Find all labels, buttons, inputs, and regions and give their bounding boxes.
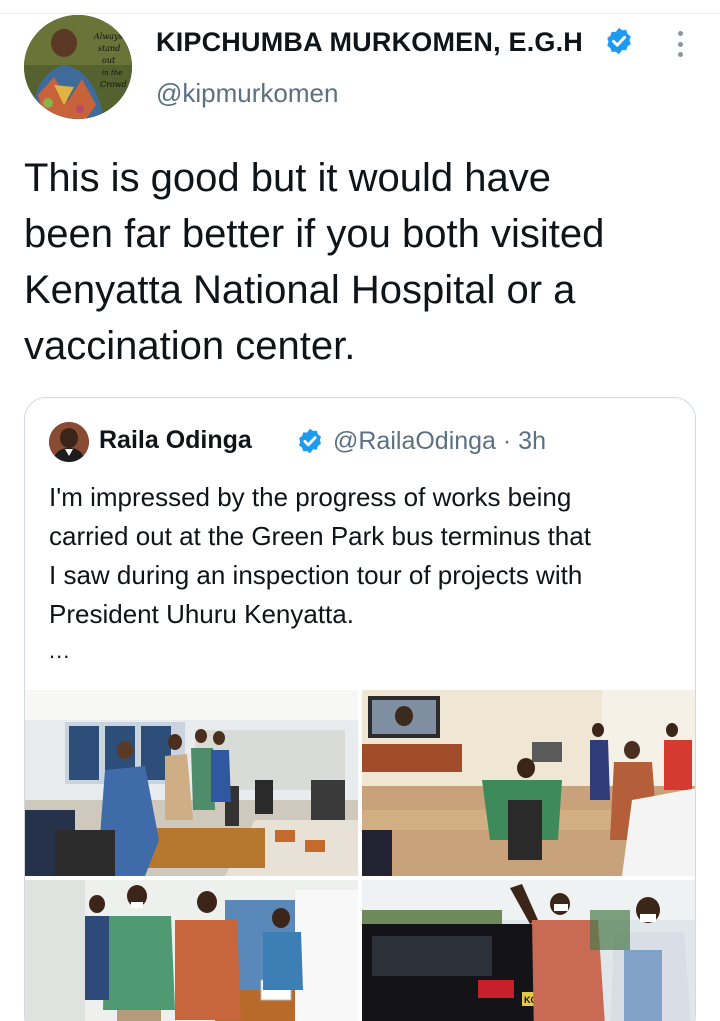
photo-outdoor-wave[interactable]: KCR [362,880,695,1021]
quoted-tweet-text: I'm impressed by the progress of works b… [49,478,679,634]
svg-text:Crowd: Crowd [100,80,127,89]
tweet-text: This is good but it would have been far … [24,150,704,374]
quoted-text-line: I'm impressed by the progress of works b… [49,482,572,512]
photo-office-inspection[interactable] [25,690,358,876]
svg-text:stand: stand [98,44,120,53]
quoted-tweet-card[interactable]: Raila Odinga @RailaOdinga · 3h I'm impre… [24,397,696,1021]
quoted-text-ellipsis: ... [49,638,71,663]
tweet-text-line: Kenyatta National Hospital or a [24,268,576,312]
author-handle[interactable]: @kipmurkomen [156,78,338,109]
tweet-text-line: This is good but it would have [24,156,551,200]
quoted-text-line: President Uhuru Kenyatta. [49,599,354,629]
author-avatar[interactable]: Always stand out in the Crowd [24,15,132,119]
top-divider [0,0,720,14]
quoted-author-avatar[interactable] [49,422,89,462]
tweet-screen: Always stand out in the Crowd KIPCHUMBA … [0,0,720,1021]
quoted-tweet-header: Raila Odinga @RailaOdinga · 3h [49,420,679,462]
photo-video-conference-room[interactable] [362,690,695,876]
quoted-author-handle-time[interactable]: @RailaOdinga · 3h [333,427,546,456]
quoted-author-name[interactable]: Raila Odinga [99,426,252,455]
tweet-text-line: vaccination center. [24,324,356,368]
verified-badge-icon [604,26,634,56]
quoted-text-line: I saw during an inspection tour of proje… [49,560,583,590]
photo-medical-room[interactable] [25,880,358,1021]
quoted-text-line: carried out at the Green Park bus termin… [49,521,591,551]
more-options-icon[interactable] [666,28,694,60]
svg-text:out: out [102,56,116,65]
tweet-text-line: been far better if you both visited [24,212,605,256]
svg-text:in the: in the [102,69,122,77]
author-display-name[interactable]: KIPCHUMBA MURKOMEN, E.G.H [156,27,583,58]
quoted-verified-badge-icon [296,427,324,455]
avatar-caption-text: Always [93,32,123,41]
